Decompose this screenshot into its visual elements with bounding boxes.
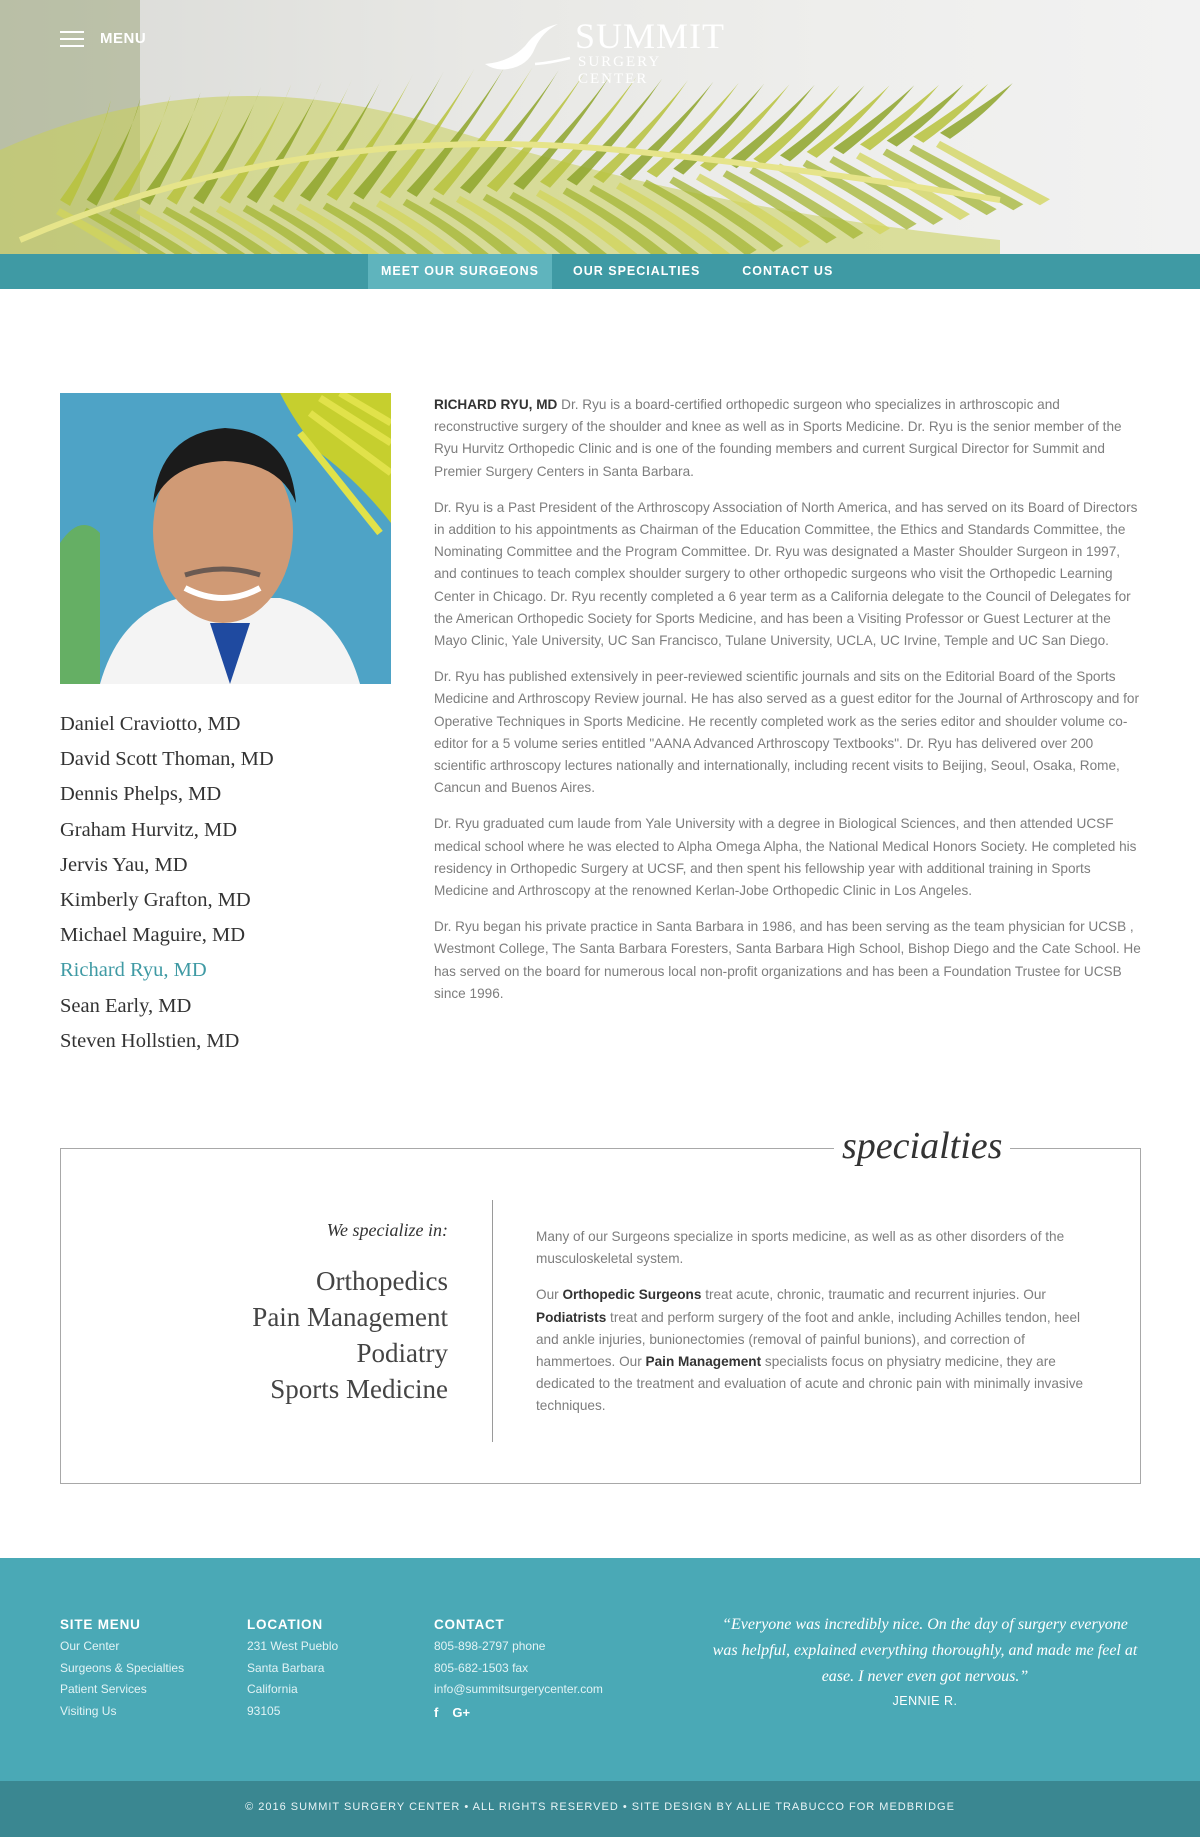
- email-link[interactable]: info@summitsurgerycenter.com: [434, 1679, 603, 1701]
- hamburger-icon: [60, 30, 84, 47]
- specialties-description: Many of our Surgeons specialize in sport…: [536, 1226, 1091, 1432]
- main-nav: MEET OUR SURGEONS OUR SPECIALTIES CONTAC…: [0, 254, 1200, 289]
- text-span: treat acute, chronic, traumatic and recu…: [701, 1287, 1046, 1303]
- surgeon-list: Daniel Craviotto, MD David Scott Thoman,…: [60, 711, 274, 1063]
- specialties-heading: specialties: [834, 1118, 1011, 1174]
- footer-contact: CONTACT 805-898-2797 phone 805-682-1503 …: [434, 1617, 603, 1720]
- surgeon-photo: [60, 393, 391, 684]
- text-span: Our: [536, 1287, 563, 1303]
- surgeon-link[interactable]: David Scott Thoman, MD: [60, 746, 274, 781]
- specialty-item: Sports Medicine: [270, 1374, 448, 1404]
- phone-number: 805-898-2797 phone: [434, 1639, 546, 1653]
- specialty-item: Pain Management: [252, 1302, 448, 1332]
- specialty-item: Orthopedics: [316, 1266, 448, 1296]
- pain-management-label: Pain Management: [645, 1354, 762, 1370]
- podiatrists-label: Podiatrists: [536, 1309, 607, 1325]
- specialties-divider: [492, 1200, 493, 1442]
- footer-heading: CONTACT: [434, 1617, 505, 1632]
- footer-heading: SITE MENU: [60, 1617, 141, 1632]
- menu-label: MENU: [100, 30, 147, 47]
- testimonial-author: JENNIE R.: [892, 1694, 958, 1708]
- logo-title: SUMMIT: [575, 16, 726, 56]
- footer-link-visiting-us[interactable]: Visiting Us: [60, 1701, 184, 1723]
- footer-link-our-center[interactable]: Our Center: [60, 1636, 184, 1658]
- surgeon-link[interactable]: Dennis Phelps, MD: [60, 781, 274, 816]
- nav-items: MEET OUR SURGEONS OUR SPECIALTIES CONTAC…: [368, 254, 854, 289]
- hero-banner: MENU SUMMIT SURGERY CENTER: [0, 0, 1200, 254]
- nav-our-specialties[interactable]: OUR SPECIALTIES: [552, 254, 721, 289]
- footer-site-menu: SITE MENU Our Center Surgeons & Specialt…: [60, 1617, 184, 1722]
- footer-link-patient-services[interactable]: Patient Services: [60, 1679, 184, 1701]
- address-line: Santa Barbara: [247, 1660, 325, 1675]
- testimonial-quote: “Everyone was incredibly nice. On the da…: [712, 1616, 1138, 1685]
- surgeon-link[interactable]: Steven Hollstien, MD: [60, 1028, 274, 1063]
- surgeon-link-selected[interactable]: Richard Ryu, MD: [60, 957, 274, 992]
- menu-button[interactable]: MENU: [60, 30, 146, 47]
- social-links: f G+: [434, 1705, 603, 1720]
- footer-link-surgeons-specialties[interactable]: Surgeons & Specialties: [60, 1658, 184, 1680]
- address-line: California: [247, 1682, 298, 1696]
- footer-heading: LOCATION: [247, 1617, 323, 1632]
- surgeon-bio: RICHARD RYU, MD Dr. Ryu is a board-certi…: [434, 394, 1142, 1019]
- fax-number: 805-682-1503 fax: [434, 1660, 529, 1675]
- surgeon-link[interactable]: Graham Hurvitz, MD: [60, 817, 274, 852]
- specialty-item: Podiatry: [356, 1338, 449, 1368]
- site-logo[interactable]: SUMMIT SURGERY CENTER: [480, 16, 730, 87]
- wave-logo-icon: [485, 24, 571, 70]
- surgeon-name: RICHARD RYU, MD: [434, 397, 558, 412]
- address-line: 93105: [247, 1703, 281, 1718]
- bio-paragraph: Dr. Ryu has published extensively in pee…: [434, 669, 1139, 796]
- nav-contact-us[interactable]: CONTACT US: [721, 254, 854, 289]
- bio-paragraph: Dr. Ryu is a Past President of the Arthr…: [434, 499, 1138, 649]
- logo-subtitle: SURGERY CENTER: [578, 54, 661, 87]
- copyright-text: © 2016 SUMMIT SURGERY CENTER • ALL RIGHT…: [245, 1801, 955, 1813]
- surgeon-link[interactable]: Daniel Craviotto, MD: [60, 711, 274, 746]
- footer-location: LOCATION 231 West Pueblo Santa Barbara C…: [247, 1617, 338, 1722]
- surgeon-link[interactable]: Sean Early, MD: [60, 993, 274, 1028]
- surgeon-link[interactable]: Michael Maguire, MD: [60, 922, 274, 957]
- address-line: 231 West Pueblo: [247, 1639, 339, 1653]
- bio-paragraph: Dr. Ryu graduated cum laude from Yale Un…: [434, 816, 1137, 899]
- nav-meet-our-surgeons[interactable]: MEET OUR SURGEONS: [368, 254, 552, 289]
- surgeon-link[interactable]: Jervis Yau, MD: [60, 852, 274, 887]
- specialize-intro-label: We specialize in:: [326, 1220, 448, 1240]
- bio-paragraph: Dr. Ryu began his private practice in Sa…: [434, 919, 1141, 1001]
- bio-paragraph: RICHARD RYU, MD Dr. Ryu is a board-certi…: [434, 394, 1142, 483]
- specialties-paragraph: Our Orthopedic Surgeons treat acute, chr…: [536, 1284, 1091, 1417]
- specialties-paragraph: Many of our Surgeons specialize in sport…: [536, 1229, 1065, 1267]
- google-plus-icon[interactable]: G+: [452, 1705, 470, 1720]
- surgeon-link[interactable]: Kimberly Grafton, MD: [60, 887, 274, 922]
- specialties-list: We specialize in: Orthopedics Pain Manag…: [150, 1220, 448, 1407]
- orthopedic-surgeons-label: Orthopedic Surgeons: [562, 1287, 702, 1303]
- facebook-icon[interactable]: f: [434, 1705, 438, 1720]
